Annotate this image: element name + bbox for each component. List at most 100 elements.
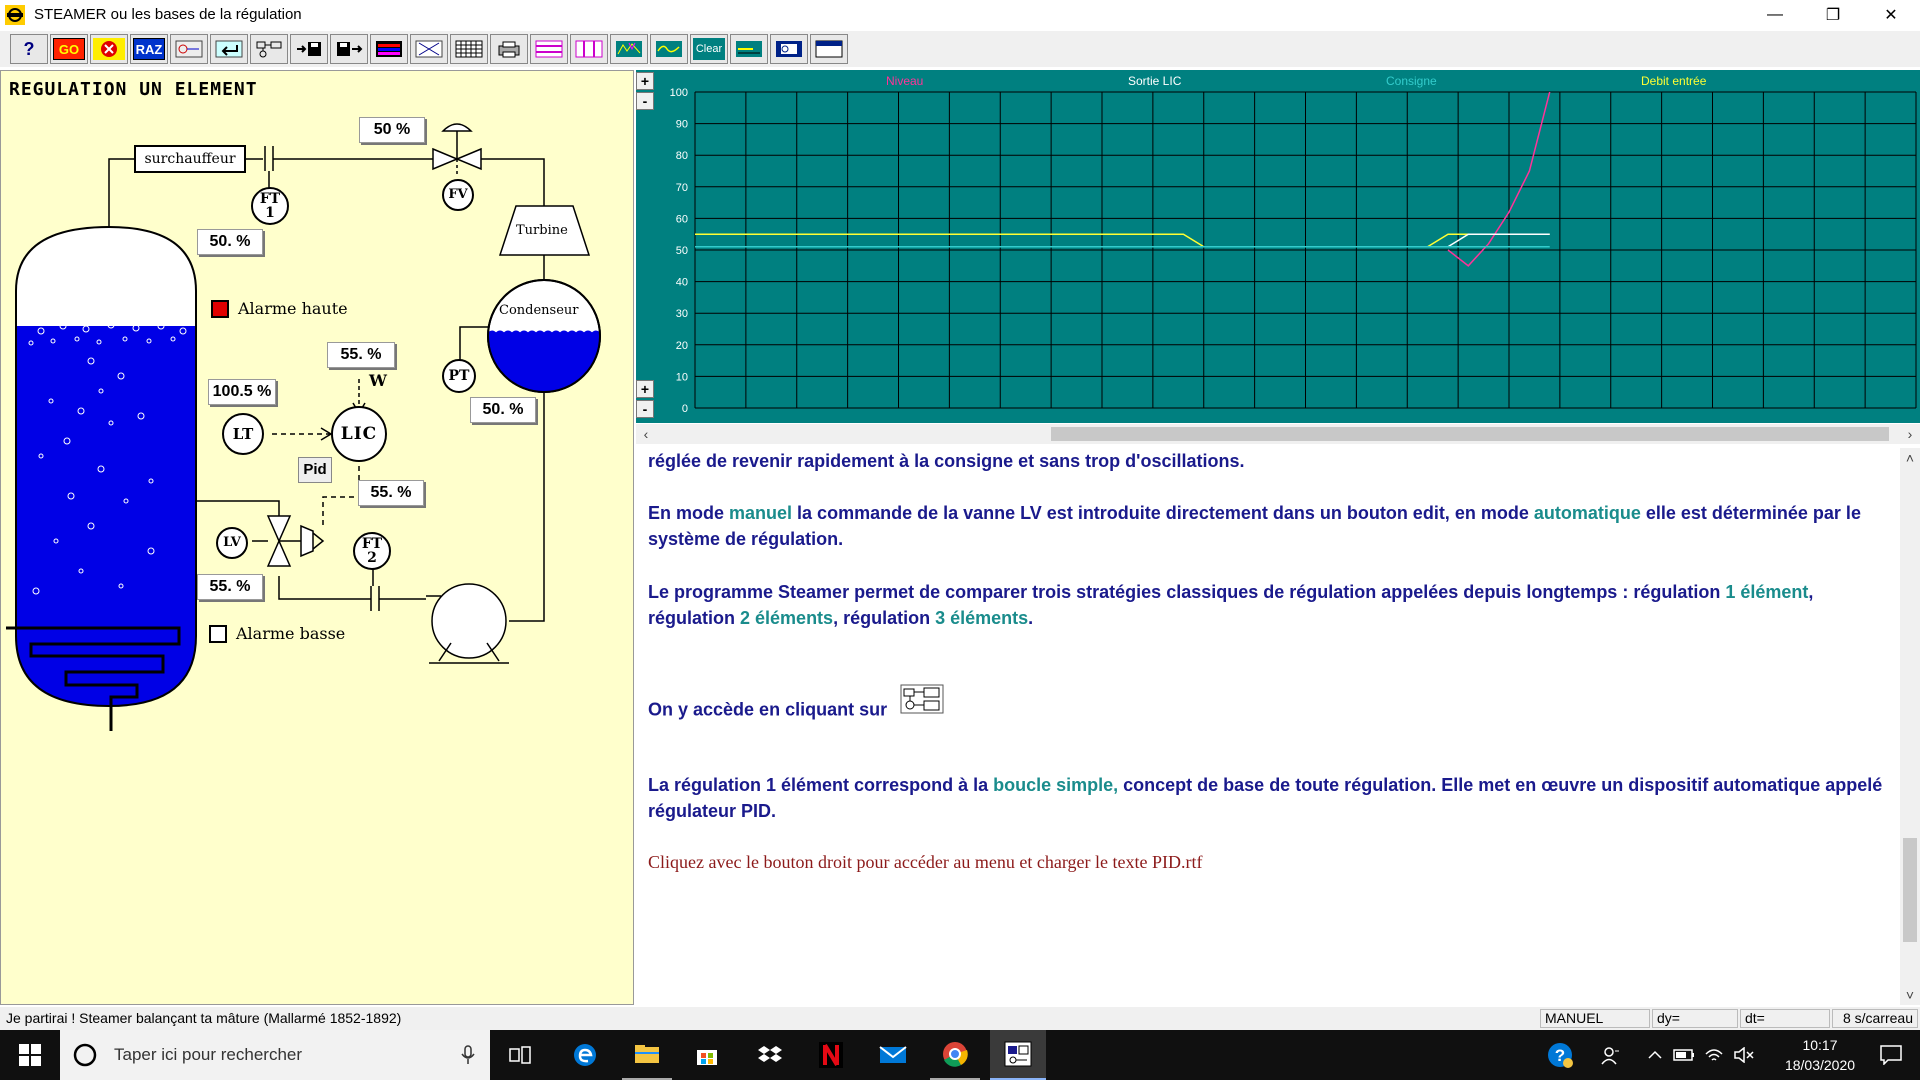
steam-valve bbox=[432, 123, 482, 177]
chart-horizontal-scrollbar[interactable]: ‹ › bbox=[636, 424, 1920, 444]
mail-icon[interactable] bbox=[868, 1030, 918, 1080]
ft1-transmitter[interactable]: FT 1 bbox=[251, 187, 289, 225]
maximize-button[interactable]: ❐ bbox=[1804, 0, 1862, 29]
trend-button[interactable] bbox=[730, 34, 768, 64]
vertical-lines-button[interactable] bbox=[570, 34, 608, 64]
text-paragraph-boucle: La régulation 1 élément correspond à la … bbox=[648, 772, 1888, 824]
minimize-button[interactable]: — bbox=[1746, 0, 1804, 29]
raz-button[interactable]: RAZ bbox=[130, 34, 168, 64]
trend-icon bbox=[733, 38, 765, 60]
load-button[interactable] bbox=[330, 34, 368, 64]
lic-controller[interactable]: LIC bbox=[331, 406, 387, 462]
grid-button[interactable] bbox=[450, 34, 488, 64]
text-line-1: réglée de revenir rapidement à la consig… bbox=[648, 451, 1245, 471]
grid-icon bbox=[453, 38, 485, 60]
wave-icon bbox=[653, 38, 685, 60]
chart-plot: 1009080706050403020100 bbox=[670, 87, 1917, 415]
y-tick-label: 30 bbox=[676, 308, 688, 320]
process-diagram bbox=[6, 123, 601, 731]
lv-valve-tag[interactable]: LV bbox=[216, 527, 248, 559]
lt-transmitter[interactable]: LT bbox=[222, 413, 264, 455]
fv-valve-tag[interactable]: FV bbox=[442, 179, 474, 211]
scale-button[interactable] bbox=[410, 34, 448, 64]
taskbar-search-box[interactable]: Taper ici pour rechercher bbox=[60, 1030, 490, 1080]
color-bars-icon bbox=[373, 38, 405, 60]
wifi-icon[interactable] bbox=[1700, 1030, 1728, 1080]
chevron-up-icon[interactable] bbox=[1642, 1030, 1668, 1080]
notifications-icon[interactable] bbox=[1862, 1030, 1920, 1080]
text-paragraph-strategies: Le programme Steamer permet de comparer … bbox=[648, 579, 1888, 631]
scroll-up-arrow-icon[interactable]: ˄ bbox=[1900, 448, 1920, 468]
lv-value[interactable]: 55. % bbox=[197, 574, 263, 600]
y-tick-label: 40 bbox=[676, 277, 688, 289]
ft2-transmitter[interactable]: FT 2 bbox=[353, 532, 391, 570]
alarme-haute-indicator bbox=[211, 300, 229, 318]
window-button[interactable] bbox=[810, 34, 848, 64]
dropbox-icon[interactable] bbox=[745, 1030, 795, 1080]
back-button[interactable] bbox=[210, 34, 248, 64]
text-paragraph-access: On y accède en cliquant sur bbox=[648, 684, 1888, 729]
window-icon bbox=[813, 38, 845, 60]
text-span: Le programme Steamer permet de comparer … bbox=[648, 582, 1726, 602]
series-line-sortie-lic bbox=[1447, 233, 1550, 248]
alarme-basse-indicator bbox=[209, 625, 227, 643]
help-text-area[interactable]: réglée de revenir rapidement à la consig… bbox=[636, 448, 1898, 1005]
netflix-icon[interactable] bbox=[806, 1030, 856, 1080]
process-diagram-panel: REGULATION UN ELEMENT 50 % surchauffeur … bbox=[0, 70, 634, 1005]
scroll-left-arrow-icon[interactable]: ‹ bbox=[636, 424, 656, 444]
close-button[interactable]: ✕ bbox=[1862, 0, 1920, 29]
automatique-keyword: automatique bbox=[1533, 503, 1641, 523]
display-button[interactable] bbox=[770, 34, 808, 64]
status-quote: Je partirai ! Steamer balançant ta mâtur… bbox=[6, 1010, 402, 1026]
go-button[interactable]: GO bbox=[50, 34, 88, 64]
horizontal-lines-button[interactable] bbox=[530, 34, 568, 64]
text-vertical-scrollbar[interactable]: ˄ ˅ bbox=[1900, 448, 1920, 1005]
start-button[interactable] bbox=[0, 1030, 60, 1080]
task-view-icon[interactable] bbox=[495, 1030, 545, 1080]
text-span: . bbox=[1028, 608, 1034, 628]
status-dt: dt= bbox=[1740, 1009, 1830, 1028]
taskbar-clock[interactable]: 10:17 18/03/2020 bbox=[1770, 1035, 1870, 1075]
series-line-debit-entr-e bbox=[695, 233, 1550, 248]
print-button[interactable] bbox=[490, 34, 528, 64]
help-button[interactable]: ? bbox=[10, 34, 48, 64]
y-tick-label: 60 bbox=[676, 213, 688, 225]
volume-muted-icon[interactable] bbox=[1730, 1030, 1758, 1080]
monitor-icon bbox=[773, 38, 805, 60]
status-mode: MANUEL bbox=[1540, 1009, 1650, 1028]
autoscale-button[interactable] bbox=[610, 34, 648, 64]
curve-button[interactable] bbox=[650, 34, 688, 64]
regulation-2-button[interactable] bbox=[250, 34, 288, 64]
store-icon[interactable] bbox=[682, 1030, 732, 1080]
stop-button[interactable] bbox=[90, 34, 128, 64]
clock-time: 10:17 bbox=[1802, 1037, 1838, 1053]
microphone-icon[interactable] bbox=[460, 1044, 476, 1066]
chart-scroll-thumb[interactable] bbox=[1051, 427, 1889, 441]
y-tick-label: 80 bbox=[676, 150, 688, 162]
colors-button[interactable] bbox=[370, 34, 408, 64]
y-tick-label: 70 bbox=[676, 182, 688, 194]
y-tick-label: 90 bbox=[676, 119, 688, 131]
save-button[interactable] bbox=[290, 34, 328, 64]
pid-button[interactable]: Pid bbox=[298, 457, 332, 483]
toolbar: ? GO RAZ Clear bbox=[0, 31, 1920, 67]
alarme-haute-label: Alarme haute bbox=[238, 299, 348, 318]
pt-transmitter[interactable]: PT bbox=[442, 359, 476, 393]
edge-browser-icon[interactable] bbox=[560, 1030, 610, 1080]
axes-icon bbox=[413, 38, 445, 60]
consigne-value[interactable]: 55. % bbox=[327, 342, 395, 368]
scroll-down-arrow-icon[interactable]: ˅ bbox=[1900, 985, 1920, 1005]
file-explorer-icon[interactable] bbox=[622, 1030, 672, 1080]
battery-icon[interactable] bbox=[1670, 1030, 1698, 1080]
steamer-app-icon[interactable] bbox=[990, 1030, 1046, 1080]
text-scroll-thumb[interactable] bbox=[1903, 838, 1917, 942]
y-tick-label: 20 bbox=[676, 340, 688, 352]
windows-logo-icon bbox=[19, 1044, 41, 1066]
people-icon[interactable] bbox=[1596, 1030, 1626, 1080]
regulation-1-button[interactable] bbox=[170, 34, 208, 64]
clear-button[interactable]: Clear bbox=[690, 34, 728, 64]
text-span: La régulation 1 élément correspond à la bbox=[648, 775, 994, 795]
scroll-right-arrow-icon[interactable]: › bbox=[1900, 424, 1920, 444]
chrome-icon[interactable] bbox=[930, 1030, 980, 1080]
help-tray-icon[interactable]: ? bbox=[1543, 1030, 1577, 1080]
